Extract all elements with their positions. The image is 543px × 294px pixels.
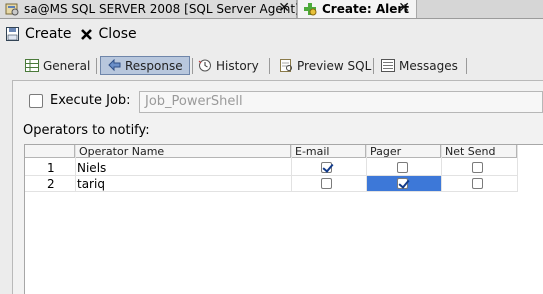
tab-label: sa@MS SQL SERVER 2008 [SQL Server Agent] [24,2,300,16]
tab-sql-server-agent[interactable]: sa@MS SQL SERVER 2008 [SQL Server Agent]… [0,0,300,18]
history-icon [198,59,212,72]
close-icon [80,27,93,41]
execute-job-label: Execute Job: [50,93,131,108]
create-label: Create [25,26,72,42]
create-alert-icon [303,2,317,16]
column-header-operator-name[interactable]: Operator Name [75,145,291,158]
close-tab-icon[interactable]: ✕ [398,0,410,17]
checkbox[interactable] [29,93,43,108]
column-header-email[interactable]: E-mail [291,145,366,158]
operator-name-cell[interactable]: tariq [77,176,277,192]
operator-name-cell[interactable]: Niels [77,160,277,176]
tab-history-label: History [216,58,259,73]
general-icon [25,59,39,72]
tab-label: Create: Alert [322,2,410,16]
response-icon [107,58,121,72]
operators-grid: Operator Name E-mail Pager Net Send 1 Ni… [24,144,543,294]
tab-messages-label: Messages [399,58,458,73]
messages-icon [381,59,395,72]
row-number: 1 [47,161,55,175]
close-label: Close [98,26,137,42]
tab-response-label: Response [125,58,183,73]
tab-general[interactable]: General [25,57,90,74]
net-send-checkbox[interactable] [472,162,483,173]
email-checkbox[interactable] [321,162,332,173]
net-send-checkbox[interactable] [472,178,483,189]
row-number: 2 [47,177,55,191]
toolbar: Create Close [0,19,543,49]
close-button[interactable]: Close [80,26,137,42]
column-header-pager[interactable]: Pager [366,145,441,158]
tab-create-alert[interactable]: Create: Alert ✕ [297,0,417,18]
close-tab-icon[interactable]: ✕ [278,0,290,17]
tab-general-label: General [43,58,91,73]
row-number-header [25,145,75,158]
tab-messages[interactable]: Messages [381,57,458,74]
execute-job-checkbox[interactable]: Execute Job: [29,93,131,108]
tab-response[interactable]: Response [100,56,190,75]
preview-sql-icon [279,59,293,72]
tab-preview-sql[interactable]: Preview SQL [279,57,371,74]
pager-checkbox[interactable] [397,162,408,173]
save-icon [6,27,19,41]
editor-subtabs: General Response History Preview SQL Mes… [0,54,543,77]
job-name-field[interactable]: Job_PowerShell [139,91,543,113]
pager-checkbox[interactable] [397,178,408,189]
create-button[interactable]: Create [6,26,72,42]
email-checkbox[interactable] [321,178,332,189]
document-tab-strip: sa@MS SQL SERVER 2008 [SQL Server Agent]… [0,0,543,19]
sql-agent-icon [5,2,19,16]
tab-history[interactable]: History [198,57,259,74]
column-header-net-send[interactable]: Net Send [441,145,517,158]
operators-to-notify-label: Operators to notify: [23,123,150,138]
tab-preview-sql-label: Preview SQL [297,58,372,73]
